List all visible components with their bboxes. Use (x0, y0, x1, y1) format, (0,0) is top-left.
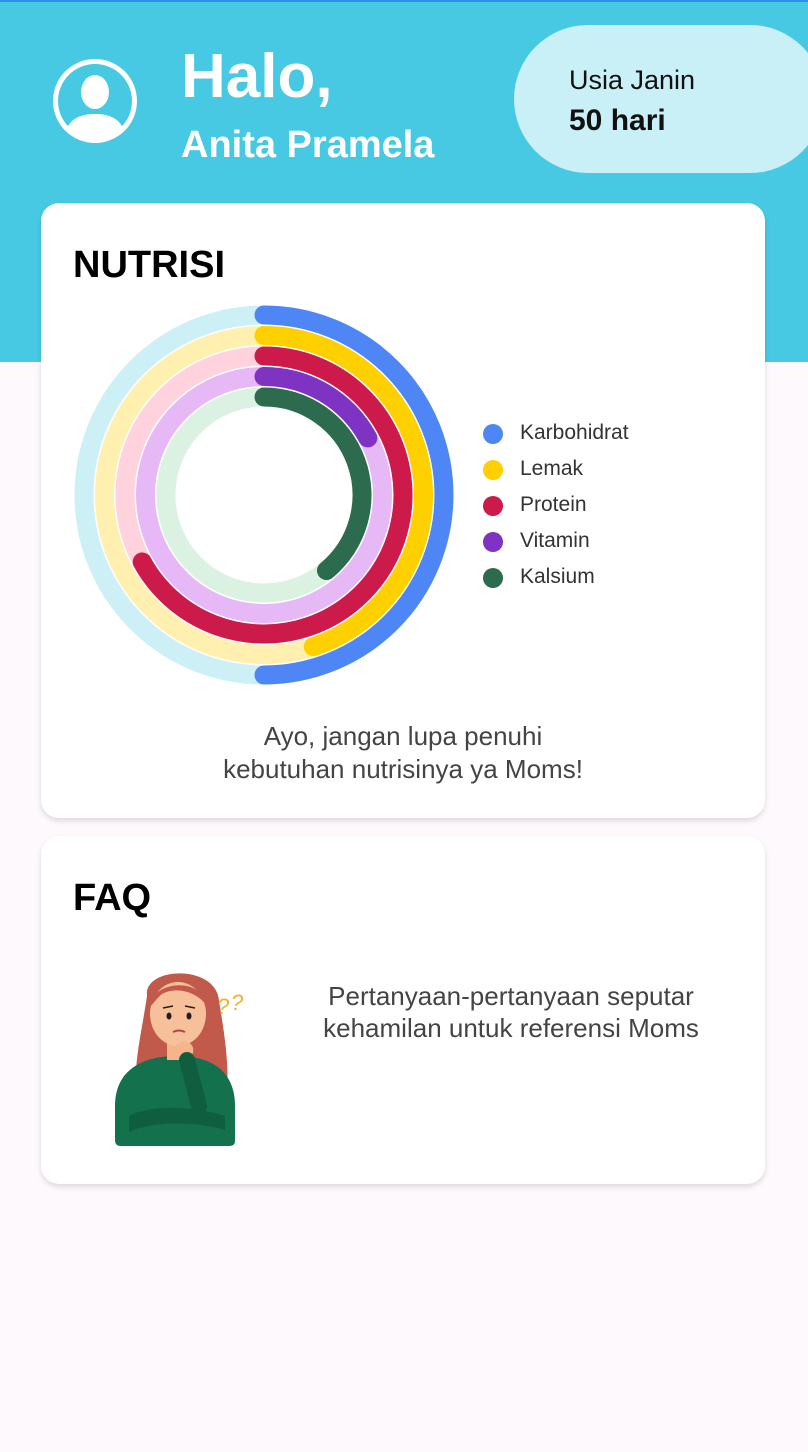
faq-description-line-2: kehamilan untuk referensi Moms (323, 1013, 699, 1043)
fetal-age-value: 50 hari (569, 104, 666, 137)
nutrition-radial-chart (74, 305, 454, 685)
svg-text:?: ? (231, 990, 244, 1015)
chart-legend: Karbohidrat Lemak Protein Vitamin Kalsium (483, 416, 683, 596)
faq-title: FAQ (73, 877, 152, 919)
legend-label-lemak: Lemak (520, 457, 584, 480)
tagline-line-2: kebutuhan nutrisinya ya Moms! (223, 754, 583, 784)
faq-description-line-1: Pertanyaan-pertanyaan seputar (328, 981, 694, 1011)
legend-label-kalsium: Kalsium (520, 565, 595, 588)
legend-dot-lemak (483, 460, 503, 480)
legend-label-karbohidrat: Karbohidrat (520, 421, 629, 444)
legend-item-lemak: Lemak (483, 452, 683, 488)
user-avatar-icon[interactable] (50, 56, 140, 146)
legend-dot-karbohidrat (483, 424, 503, 444)
legend-label-protein: Protein (520, 493, 587, 516)
legend-item-karbohidrat: Karbohidrat (483, 416, 683, 452)
tagline-line-1: Ayo, jangan lupa penuhi (263, 721, 543, 751)
legend-dot-protein (483, 496, 503, 516)
svg-text:?: ? (217, 994, 230, 1019)
user-name: Anita Pramela (181, 124, 435, 166)
greeting-text: Halo, (181, 42, 333, 111)
legend-dot-vitamin (483, 532, 503, 552)
fetal-age-label: Usia Janin (569, 65, 696, 95)
nutrition-title: NUTRISI (73, 244, 225, 286)
legend-label-vitamin: Vitamin (520, 529, 590, 552)
faq-description: Pertanyaan-pertanyaan seputar kehamilan … (291, 980, 731, 1044)
confused-woman-illustration: ? ? (115, 973, 244, 1146)
faq-card[interactable]: FAQ ? ? Pertanyaan-pertanyaan seputar ke… (41, 836, 765, 1184)
legend-item-kalsium: Kalsium (483, 560, 683, 596)
legend-item-protein: Protein (483, 488, 683, 524)
fetal-age-badge (514, 25, 808, 173)
legend-item-vitamin: Vitamin (483, 524, 683, 560)
legend-dot-kalsium (483, 568, 503, 588)
nutrition-tagline: Ayo, jangan lupa penuhi kebutuhan nutris… (41, 720, 765, 786)
nutrition-card[interactable]: NUTRISI Karbohidrat Lemak Protein Vitamin Ka… (41, 203, 765, 818)
